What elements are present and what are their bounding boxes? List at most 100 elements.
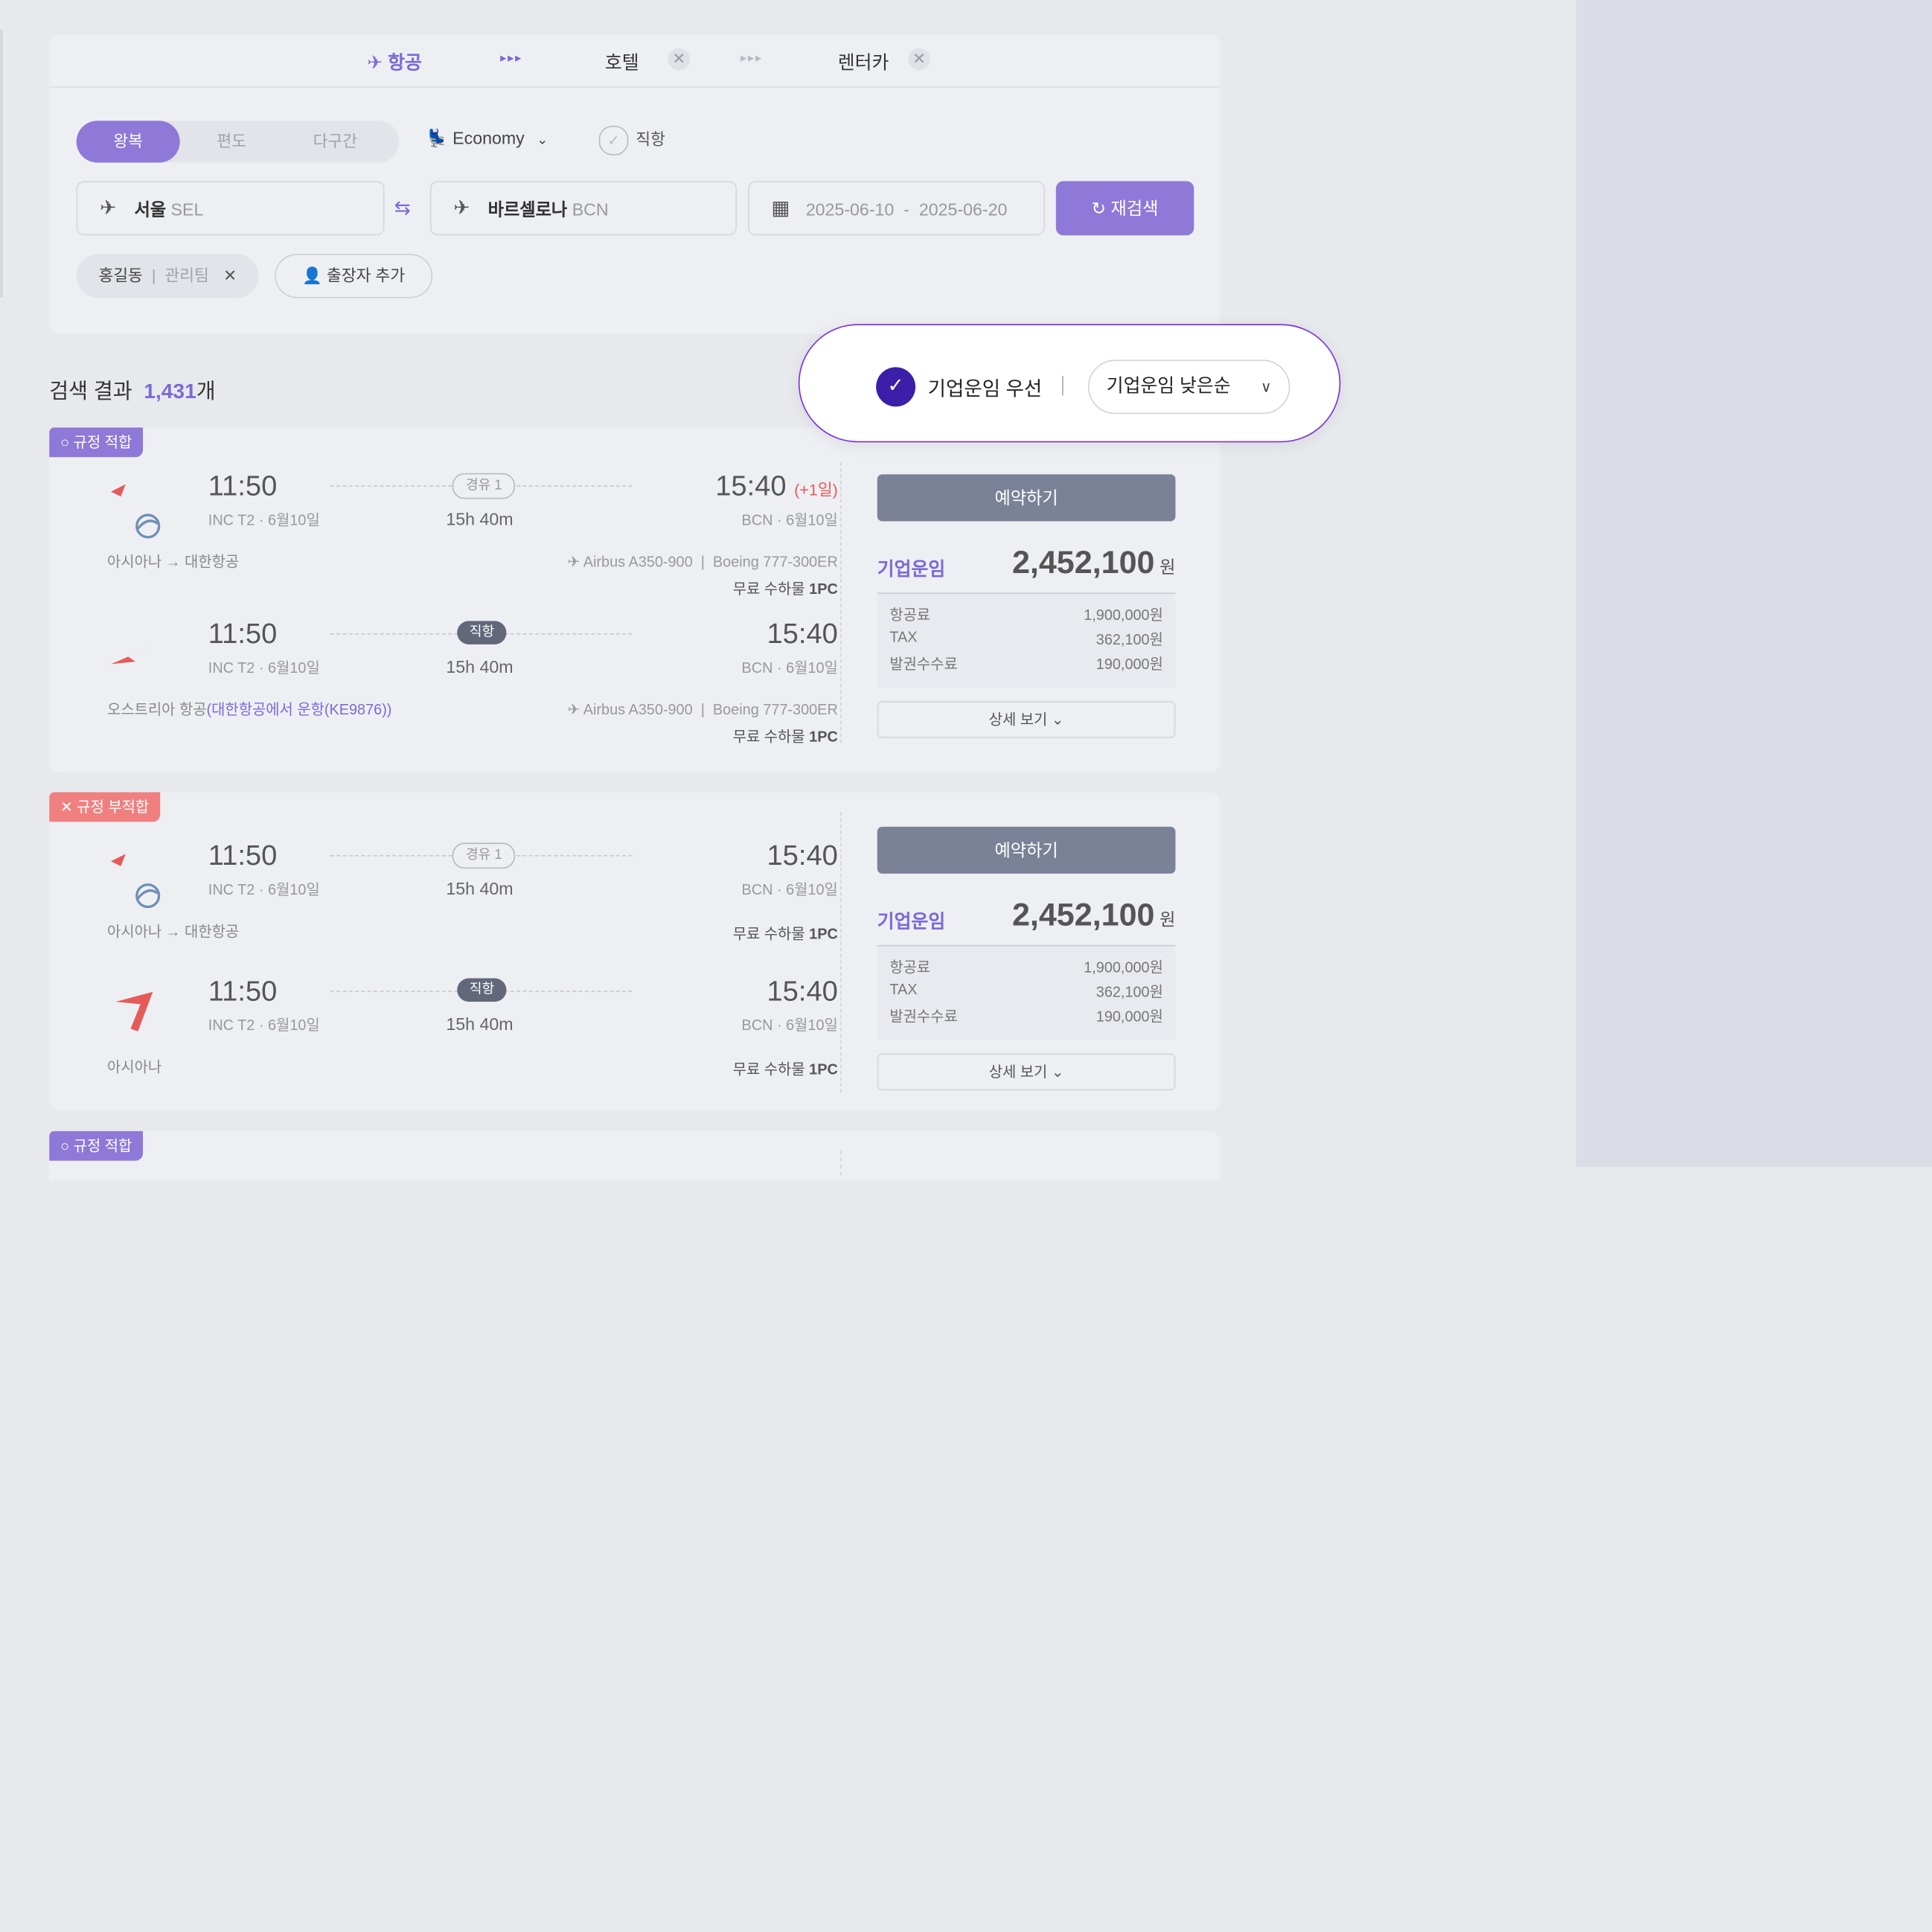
- direct-only-toggle[interactable]: ✓ 직항: [598, 125, 665, 156]
- add-traveler-button[interactable]: 👤 출장자 추가: [275, 254, 433, 298]
- aircraft-info: ✈ Airbus A350-900 | Boeing 777-300ER: [567, 701, 838, 719]
- carrier-name: 오스트리아 항공: [107, 701, 207, 719]
- arrival-info: BCN · 6월10일: [741, 880, 838, 898]
- origin-field[interactable]: ✈ 서울 SEL: [76, 181, 385, 236]
- trip-roundtrip[interactable]: 왕복: [76, 121, 180, 163]
- date-start: 2025-06-10: [805, 199, 895, 220]
- stop-badge: 경유 1: [452, 842, 516, 869]
- fare-row-value: 1,900,000원: [1084, 959, 1163, 976]
- arrival-time: 15:40: [767, 617, 838, 650]
- baggage-info: 무료 수하물 1PC: [733, 726, 838, 746]
- baggage-info: 무료 수하물 1PC: [733, 1058, 838, 1079]
- fare-breakdown: 항공료 1,900,000원 TAX 362,100원 발권수수료 190,000원: [877, 592, 1176, 688]
- direct-badge: 직항: [457, 621, 507, 644]
- carrier-label: 아시아나 → 대한항공: [107, 553, 240, 571]
- baggage-info: 무료 수하물 1PC: [733, 578, 838, 598]
- fare-row-label: 항공료: [889, 606, 931, 624]
- currency: 원: [1159, 557, 1176, 577]
- next-day-marker: (+1일): [794, 480, 838, 499]
- carrier-label: 오스트리아 항공(대한항공에서 운항(KE9876)): [107, 699, 391, 720]
- traveler-name: 홍길동: [98, 266, 143, 285]
- research-label: 재검색: [1110, 198, 1159, 219]
- corporate-fare-first-toggle[interactable]: 기업운임 우선: [928, 372, 1043, 402]
- tab-flight[interactable]: ✈ 항공: [367, 49, 421, 75]
- baggage-label: 무료 수하물: [732, 1061, 805, 1078]
- arrival-info: BCN · 6월10일: [741, 659, 838, 676]
- currency: 원: [1159, 909, 1176, 930]
- tab-hotel[interactable]: 호텔: [605, 49, 639, 75]
- traveler-team: 관리팀: [164, 266, 209, 285]
- policy-badge: ✕ 규정 부적합: [49, 792, 161, 822]
- trip-oneway[interactable]: 편도: [180, 121, 284, 162]
- flight-duration: 15h 40m: [446, 878, 514, 898]
- fare-row-value: 362,100원: [1095, 983, 1163, 1001]
- calendar-icon: ▦: [771, 198, 790, 220]
- research-button[interactable]: ↻ 재검색: [1055, 181, 1194, 236]
- flight-card: ○ 규정 적합 11:50 INC T2 · 6월10일 경유 1 15h 40…: [49, 427, 1221, 773]
- sort-select[interactable]: 기업운임 낮은순 ∨: [1087, 359, 1290, 415]
- arrival-time: 15:40 (+1일): [715, 470, 838, 503]
- step-arrows-icon: ▸▸▸: [500, 51, 523, 65]
- fare-amount: 2,452,100 원: [1012, 896, 1175, 934]
- aircraft-model-2: Boeing 777-300ER: [712, 701, 838, 719]
- fare-row: 항공료 1,900,000원: [889, 604, 1163, 628]
- divider: [840, 1151, 842, 1176]
- results-label: 검색 결과: [49, 379, 132, 403]
- flight-card: ✕ 규정 부적합 11:50 INC T2 · 6월10일 경유 1 15h 4…: [49, 792, 1221, 1110]
- fare-row: TAX 362,100원: [889, 628, 1163, 653]
- detail-button[interactable]: 상세 보기 ⌄: [877, 701, 1176, 738]
- baggage-label: 무료 수하물: [732, 925, 805, 943]
- flight-duration: 15h 40m: [446, 656, 514, 676]
- booking-tabs: ✈ 항공 ▸▸▸ 호텔 ✕ ▸▸▸ 렌터카 ✕: [49, 34, 1221, 88]
- close-icon[interactable]: ✕: [223, 266, 237, 285]
- swap-icon[interactable]: ⇆: [394, 196, 411, 220]
- flight-duration: 15h 40m: [446, 1014, 514, 1034]
- baggage-label: 무료 수하물: [732, 580, 805, 598]
- origin-city: 서울: [134, 199, 167, 220]
- date-sep: -: [903, 199, 909, 220]
- departure-info: INC T2 · 6월10일: [208, 659, 320, 676]
- tab-rental[interactable]: 렌터카: [838, 49, 889, 75]
- results-count: 1,431: [144, 379, 196, 403]
- arrival-time: 15:40: [767, 974, 838, 1007]
- book-button[interactable]: 예약하기: [877, 826, 1176, 874]
- fare-row-value: 362,100원: [1095, 630, 1163, 648]
- departure-info: INC T2 · 6월10일: [208, 1016, 320, 1034]
- baggage-value: 1PC: [809, 1061, 838, 1078]
- book-button[interactable]: 예약하기: [877, 474, 1176, 522]
- refresh-icon: ↻: [1091, 198, 1107, 219]
- divider: [1062, 375, 1063, 396]
- cabin-select[interactable]: 💺 Economy ⌄: [426, 128, 548, 149]
- fare-amount-value: 2,452,100: [1011, 543, 1155, 580]
- fare-row-value: 190,000원: [1095, 1008, 1163, 1026]
- arrival-time: 15:40: [767, 839, 838, 871]
- policy-badge: ○ 규정 적합: [49, 1130, 144, 1161]
- date-end: 2025-06-20: [918, 199, 1008, 220]
- page: ✈ 항공 ▸▸▸ 호텔 ✕ ▸▸▸ 렌터카 ✕ 왕복 편도 다구간 💺 Econ…: [0, 0, 1932, 1932]
- date-range-field[interactable]: ▦ 2025-06-10 - 2025-06-20: [747, 181, 1045, 236]
- arrival-time-value: 15:40: [715, 469, 787, 502]
- baggage-value: 1PC: [809, 580, 838, 598]
- departure-info: INC T2 · 6월10일: [208, 511, 320, 529]
- tab-hotel-close-icon[interactable]: ✕: [668, 48, 691, 71]
- baggage-value: 1PC: [809, 728, 838, 746]
- fare-row-label: 발권수수료: [889, 655, 958, 673]
- fare-row: 항공료 1,900,000원: [889, 956, 1163, 981]
- divider: [840, 812, 842, 1093]
- tab-rental-close-icon[interactable]: ✕: [908, 48, 930, 71]
- divider: [840, 461, 842, 743]
- detail-button[interactable]: 상세 보기 ⌄: [877, 1053, 1176, 1091]
- trip-multicity[interactable]: 다구간: [284, 121, 387, 162]
- chevron-down-icon: ⌄: [537, 132, 548, 148]
- fare-row-label: TAX: [889, 628, 918, 646]
- fare-row: 발권수수료 190,000원: [889, 653, 1163, 677]
- check-icon[interactable]: ✓: [876, 367, 916, 407]
- aircraft-model: Airbus A350-900: [583, 553, 693, 571]
- fare-row-value: 1,900,000원: [1084, 606, 1163, 624]
- destination-field[interactable]: ✈ 바르셀로나 BCN: [429, 181, 738, 236]
- policy-badge-label: 규정 적합: [73, 433, 132, 451]
- plane-icon: ✈: [567, 701, 580, 719]
- policy-badge-label: 규정 부적합: [77, 798, 150, 816]
- check-icon: ✓: [598, 125, 629, 156]
- plane-icon: ✈: [567, 553, 580, 571]
